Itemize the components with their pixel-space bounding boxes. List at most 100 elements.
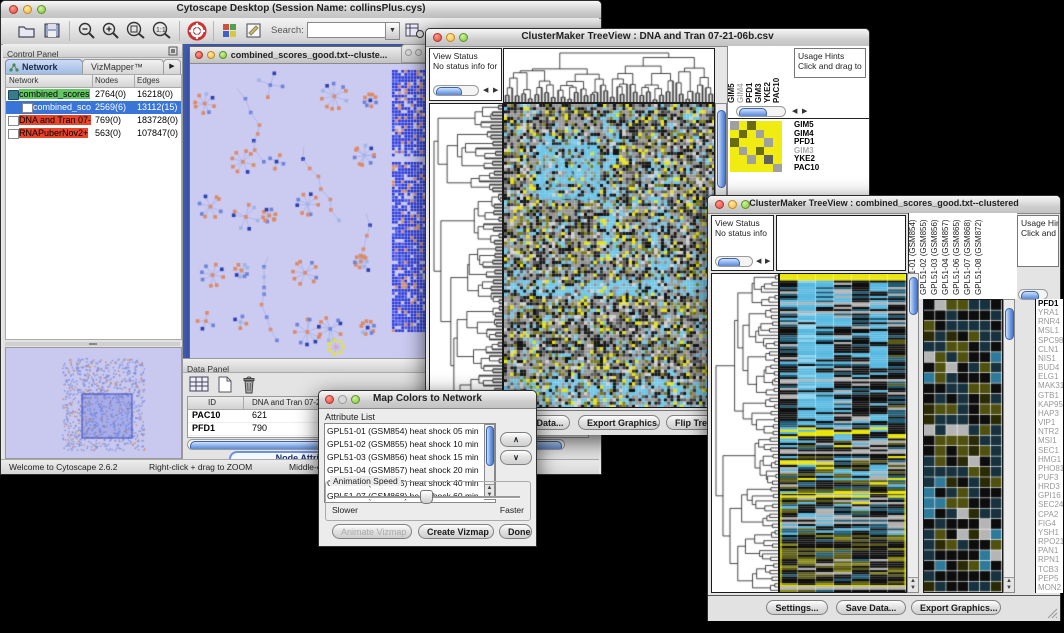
done-button[interactable]: Done	[499, 524, 532, 539]
gene-list-item[interactable]: RPO21	[1038, 537, 1063, 546]
gene-list-item[interactable]: MON2	[1038, 583, 1063, 592]
treeview1-titlebar[interactable]: ClusterMaker TreeView : DNA and Tran 07-…	[426, 29, 869, 47]
float-panel-icon[interactable]	[168, 46, 178, 56]
matrix-cell[interactable]	[739, 121, 748, 130]
gene-list-item[interactable]: MSL1	[1038, 326, 1063, 335]
close-button[interactable]	[405, 49, 412, 56]
network-table-row[interactable]: DNA and Tran 07-21-06b.csv769(0)183728(0…	[6, 114, 181, 127]
tv2-status-scrollbar[interactable]	[715, 256, 753, 267]
matrix-cell[interactable]	[739, 130, 748, 139]
matrix-cell[interactable]	[756, 155, 765, 164]
matrix-cell[interactable]	[773, 130, 782, 139]
gene-list-item[interactable]: RPN1	[1038, 555, 1063, 564]
gene-list-item[interactable]: NIS1	[1038, 354, 1063, 363]
birdseye-panel[interactable]	[5, 347, 182, 459]
gene-list-item[interactable]: CPA2	[1038, 510, 1063, 519]
matrix-cell[interactable]	[764, 138, 773, 147]
gene-list-item[interactable]: PHO81	[1038, 464, 1063, 473]
gene-list-item[interactable]: TCB3	[1038, 565, 1063, 574]
gene-list-item[interactable]: CLN1	[1038, 345, 1063, 354]
tv2-detail-vscrollbar[interactable]: ▲▼	[1003, 299, 1015, 593]
matrix-cell[interactable]	[756, 121, 765, 130]
matrix-cell[interactable]	[764, 155, 773, 164]
scroll-right-icon[interactable]: ▶	[765, 257, 770, 265]
move-up-button[interactable]: ∧	[500, 432, 532, 447]
gene-list-item[interactable]: YRA1	[1038, 308, 1063, 317]
gene-list-item[interactable]: FIG4	[1038, 519, 1063, 528]
matrix-cell[interactable]	[739, 147, 748, 156]
gene-list-item[interactable]: ELG1	[1038, 372, 1063, 381]
matrix-cell[interactable]	[730, 147, 739, 156]
zoom-in-icon[interactable]	[101, 21, 121, 40]
search-dropdown-button[interactable]: ▼	[385, 22, 400, 40]
matrix-cell[interactable]	[773, 164, 782, 173]
attribute-list-item[interactable]: GPL51-03 (GSM856) heat shock 15 min	[327, 451, 477, 464]
col-nodes[interactable]: Nodes	[95, 76, 118, 85]
matrix-cell[interactable]	[764, 147, 773, 156]
tv2-settings-button[interactable]: Settings...	[766, 600, 828, 615]
col-edges[interactable]: Edges	[137, 76, 160, 85]
attribute-list-item[interactable]: GPL51-01 (GSM854) heat shock 05 min	[327, 425, 477, 438]
search-options-icon[interactable]	[405, 22, 425, 39]
matrix-cell[interactable]	[756, 138, 765, 147]
help-lifebuoy-icon[interactable]	[187, 21, 207, 41]
matrix-cell[interactable]	[730, 164, 739, 173]
table-mode-icon[interactable]	[189, 376, 211, 394]
data-col-id[interactable]: ID	[208, 398, 216, 407]
search-input[interactable]	[307, 22, 387, 38]
gene-list-item[interactable]: PEP5	[1038, 574, 1063, 583]
gene-list-item[interactable]: SPC98	[1038, 336, 1063, 345]
network-table-row[interactable]: combined_scores2764(0)16218(0)	[6, 88, 181, 101]
matrix-cell[interactable]	[747, 130, 756, 139]
tv2-vscrollbar[interactable]: ▲▼	[907, 273, 919, 593]
tv1-row-dendrogram[interactable]	[429, 103, 503, 408]
panel-splitter[interactable]	[5, 342, 180, 346]
gene-list-item[interactable]: GPI16	[1038, 491, 1063, 500]
gene-list-item[interactable]: HAP3	[1038, 409, 1063, 418]
matrix-cell[interactable]	[747, 138, 756, 147]
gene-list-item[interactable]: SEC24	[1038, 500, 1063, 509]
gene-list-item[interactable]: BUD4	[1038, 363, 1063, 372]
gene-list-item[interactable]: MAK31	[1038, 381, 1063, 390]
matrix-cell[interactable]	[747, 147, 756, 156]
matrix-cell[interactable]	[739, 155, 748, 164]
tv2-detail-heatmap[interactable]	[923, 299, 1003, 593]
gene-list-item[interactable]: PFD1	[1038, 299, 1063, 308]
matrix-cell[interactable]	[747, 155, 756, 164]
tv2-row-dendrogram[interactable]	[711, 273, 779, 593]
matrix-cell[interactable]	[730, 130, 739, 139]
matrix-cell[interactable]	[756, 164, 765, 173]
cytoscape-titlebar[interactable]: Cytoscape Desktop (Session Name: collins…	[1, 1, 601, 19]
zoom-fit-icon[interactable]: 1:1	[151, 21, 173, 40]
matrix-cell[interactable]	[764, 164, 773, 173]
new-attribute-icon[interactable]	[216, 376, 234, 394]
save-icon[interactable]	[43, 22, 62, 39]
gene-list-item[interactable]: HMG1	[1038, 455, 1063, 464]
col-network[interactable]: Network	[9, 76, 38, 85]
tv1-detail-matrix[interactable]	[730, 121, 782, 172]
create-vizmap-button[interactable]: Create Vizmap	[418, 524, 494, 539]
gene-list-item[interactable]: VIP1	[1038, 418, 1063, 427]
matrix-cell[interactable]	[730, 155, 739, 164]
scroll-right-icon[interactable]: ▶	[802, 107, 807, 115]
matrix-cell[interactable]	[773, 121, 782, 130]
matrix-cell[interactable]	[739, 138, 748, 147]
gene-list-item[interactable]: NTR2	[1038, 427, 1063, 436]
annotation-icon[interactable]	[245, 22, 264, 39]
gene-list-item[interactable]: RNR4	[1038, 317, 1063, 326]
matrix-cell[interactable]	[747, 164, 756, 173]
animate-vizmap-button[interactable]: Animate Vizmap	[332, 524, 412, 539]
tv1-heatmap[interactable]	[503, 103, 715, 408]
matrix-cell[interactable]	[773, 138, 782, 147]
tv1-export-graphics-button[interactable]: Export Graphics...	[578, 415, 660, 430]
tv1-column-dendrogram[interactable]	[503, 48, 715, 103]
gene-list-item[interactable]: SEC1	[1038, 446, 1063, 455]
network-table-row[interactable]: combined_scores_good.txt--clustered2569(…	[6, 101, 181, 114]
gene-list-item[interactable]: PUF3	[1038, 473, 1063, 482]
treeview2-titlebar[interactable]: ClusterMaker TreeView : combined_scores_…	[708, 196, 1060, 214]
matrix-cell[interactable]	[747, 121, 756, 130]
network-canvas[interactable]	[190, 64, 426, 359]
zoom-selected-icon[interactable]	[125, 21, 147, 40]
gene-list-item[interactable]: GTB1	[1038, 391, 1063, 400]
matrix-cell[interactable]	[756, 130, 765, 139]
